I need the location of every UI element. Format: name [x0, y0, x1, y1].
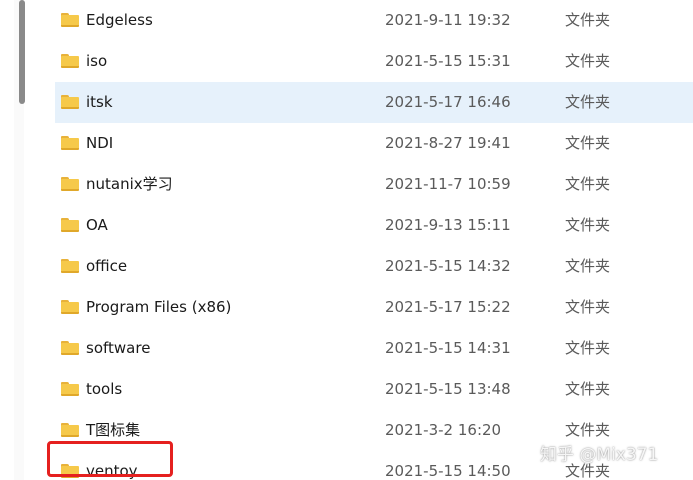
- list-item[interactable]: iso 2021-5-15 15:31 文件夹: [55, 41, 693, 82]
- file-type: 文件夹: [565, 380, 611, 398]
- list-item[interactable]: software 2021-5-15 14:31 文件夹: [55, 328, 693, 369]
- list-item[interactable]: OA 2021-9-13 15:11 文件夹: [55, 205, 693, 246]
- file-name: Program Files (x86): [86, 298, 232, 316]
- file-date: 2021-5-15 13:48: [385, 380, 511, 398]
- file-list: Edgeless 2021-9-11 19:32 文件夹 iso 2021-5-…: [55, 0, 693, 480]
- folder-icon: [61, 95, 79, 109]
- file-date: 2021-5-15 15:31: [385, 52, 511, 70]
- file-date: 2021-5-15 14:31: [385, 339, 511, 357]
- file-name: nutanix学习: [86, 175, 173, 193]
- file-type: 文件夹: [565, 298, 611, 316]
- list-item[interactable]: NDI 2021-8-27 19:41 文件夹: [55, 123, 693, 164]
- file-type: 文件夹: [565, 339, 611, 357]
- folder-icon: [61, 259, 79, 273]
- list-item[interactable]: Edgeless 2021-9-11 19:32 文件夹: [55, 0, 693, 41]
- file-type: 文件夹: [565, 216, 611, 234]
- red-highlight-box: [47, 441, 173, 477]
- file-date: 2021-9-11 19:32: [385, 11, 511, 29]
- file-date: 2021-5-17 15:22: [385, 298, 511, 316]
- folder-icon: [61, 136, 79, 150]
- file-explorer-view: Edgeless 2021-9-11 19:32 文件夹 iso 2021-5-…: [0, 0, 693, 480]
- file-name: NDI: [86, 134, 114, 152]
- file-name: OA: [86, 216, 108, 234]
- file-type: 文件夹: [565, 93, 611, 111]
- folder-icon: [61, 423, 79, 437]
- file-type: 文件夹: [565, 11, 611, 29]
- list-item[interactable]: tools 2021-5-15 13:48 文件夹: [55, 369, 693, 410]
- file-type: 文件夹: [565, 175, 611, 193]
- list-item[interactable]: office 2021-5-15 14:32 文件夹: [55, 246, 693, 287]
- watermark: 知乎 @Mix371: [540, 445, 659, 465]
- file-name: Edgeless: [86, 11, 153, 29]
- file-date: 2021-3-2 16:20: [385, 421, 502, 439]
- file-name: office: [86, 257, 128, 275]
- file-date: 2021-5-15 14:32: [385, 257, 511, 275]
- file-date: 2021-5-17 16:46: [385, 93, 511, 111]
- folder-icon: [61, 177, 79, 191]
- file-type: 文件夹: [565, 52, 611, 70]
- scrollbar-thumb[interactable]: [19, 0, 25, 104]
- folder-icon: [61, 341, 79, 355]
- file-date: 2021-8-27 19:41: [385, 134, 511, 152]
- file-name: iso: [86, 52, 108, 70]
- folder-icon: [61, 382, 79, 396]
- folder-icon: [61, 54, 79, 68]
- file-type: 文件夹: [565, 134, 611, 152]
- file-name: tools: [86, 380, 123, 398]
- file-name: software: [86, 339, 151, 357]
- folder-icon: [61, 218, 79, 232]
- list-item-selected[interactable]: itsk 2021-5-17 16:46 文件夹: [55, 82, 693, 123]
- file-date: 2021-5-15 14:50: [385, 462, 511, 480]
- file-name: itsk: [86, 93, 113, 111]
- list-item[interactable]: Program Files (x86) 2021-5-17 15:22 文件夹: [55, 287, 693, 328]
- list-item[interactable]: nutanix学习 2021-11-7 10:59 文件夹: [55, 164, 693, 205]
- folder-icon: [61, 300, 79, 314]
- file-type: 文件夹: [565, 257, 611, 275]
- file-date: 2021-9-13 15:11: [385, 216, 511, 234]
- file-date: 2021-11-7 10:59: [385, 175, 511, 193]
- folder-icon: [61, 13, 79, 27]
